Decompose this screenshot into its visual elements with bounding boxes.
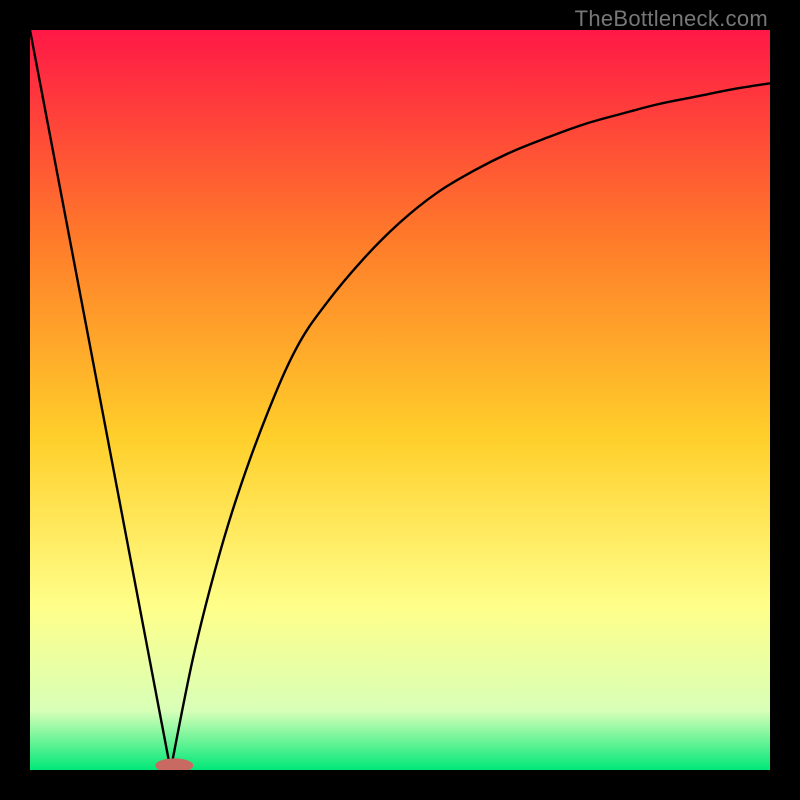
- watermark-text: TheBottleneck.com: [575, 6, 768, 32]
- minimum-marker: [156, 759, 193, 770]
- chart-frame: [30, 30, 770, 770]
- bottleneck-chart: [30, 30, 770, 770]
- gradient-background: [30, 30, 770, 770]
